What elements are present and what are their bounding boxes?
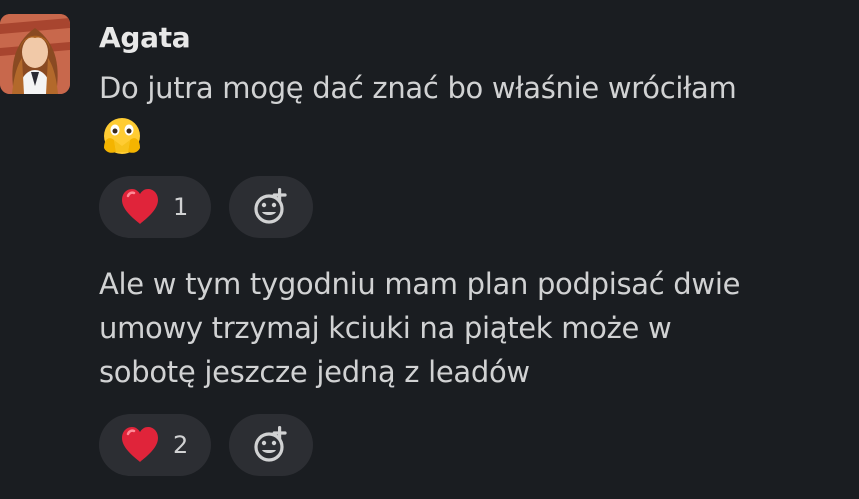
add-reaction-button[interactable] [229,176,313,238]
author-name[interactable]: Agata [99,18,191,58]
message-thread: Agata Do jutra mogę dać znać bo właśnie … [0,0,859,499]
message-line: Do jutra mogę dać znać bo właśnie wrócił… [99,71,737,105]
message-text-2: Ale w tym tygodniu mam plan podpisać dwi… [99,262,839,394]
message-line: sobotę jeszcze jedną z leadów [99,355,530,389]
author-avatar[interactable] [0,14,70,94]
reaction-count: 1 [173,193,189,221]
red-heart-icon [122,427,158,462]
add-reaction-button[interactable] [229,414,313,476]
message-line: umowy trzymaj kciuki na piątek może w [99,311,672,345]
reaction-count: 2 [173,431,189,459]
add-reaction-icon [254,188,287,224]
message-text-1: Do jutra mogę dać znać bo właśnie wrócił… [99,66,839,110]
avatar-image [0,14,70,94]
reaction-heart-pill[interactable]: 2 [99,414,211,476]
red-heart-icon [122,189,158,224]
reaction-heart-pill[interactable]: 1 [99,176,211,238]
add-reaction-icon [254,426,287,462]
message-line: Ale w tym tygodniu mam plan podpisać dwi… [99,267,741,301]
face-with-open-eyes-and-hand-over-mouth-icon [100,116,144,160]
